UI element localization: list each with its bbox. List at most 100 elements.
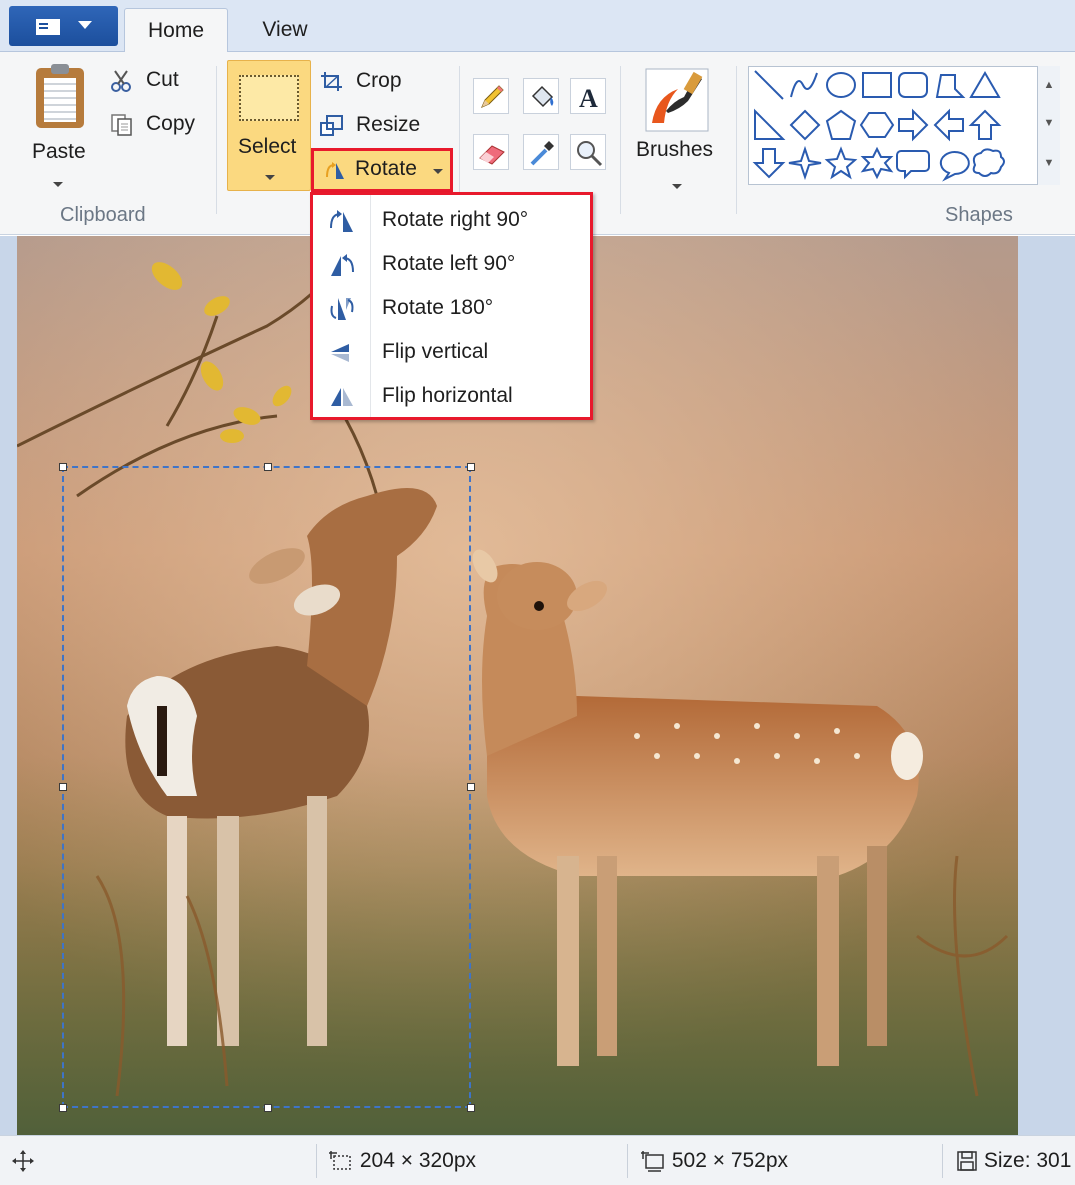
pencil-icon xyxy=(481,85,504,108)
five-point-star-shape-icon[interactable] xyxy=(824,146,858,180)
selection-size-icon xyxy=(329,1151,351,1171)
eraser-tool-button[interactable] xyxy=(473,134,509,170)
status-divider xyxy=(627,1144,628,1178)
cloud-callout-shape-icon[interactable] xyxy=(972,148,1005,177)
save-disk-icon xyxy=(957,1151,977,1172)
hexagon-shape-icon[interactable] xyxy=(859,112,895,138)
pentagon-shape-icon[interactable] xyxy=(825,109,857,140)
four-point-star-shape-icon[interactable] xyxy=(788,145,822,181)
rectangle-shape-icon[interactable] xyxy=(862,72,892,98)
resize-label: Resize xyxy=(356,113,421,136)
group-divider xyxy=(216,66,217,214)
paste-label: Paste xyxy=(32,140,86,163)
status-bar: 204 × 320px 502 × 752px Size: 301 xyxy=(0,1135,1075,1185)
resize-handle[interactable] xyxy=(467,1104,475,1112)
rotate-180-icon xyxy=(330,298,354,320)
crop-button[interactable]: Crop xyxy=(320,65,420,99)
clipboard-group-label: Clipboard xyxy=(60,204,146,226)
color-picker-tool-button[interactable] xyxy=(523,134,559,170)
eyedropper-icon xyxy=(530,141,554,166)
status-divider xyxy=(316,1144,317,1178)
chevron-down-icon xyxy=(78,21,92,29)
resize-button[interactable]: Resize xyxy=(320,109,430,143)
resize-handle[interactable] xyxy=(59,463,67,471)
expand-gallery-icon[interactable]: ▼ xyxy=(1038,144,1060,182)
menu-item-label: Rotate left 90° xyxy=(382,252,516,275)
crop-label: Crop xyxy=(356,69,402,92)
scroll-up-icon[interactable]: ▲ xyxy=(1038,66,1060,104)
copy-label: Copy xyxy=(146,112,196,135)
menu-icon xyxy=(36,19,60,35)
selection-rectangle[interactable] xyxy=(62,466,471,1108)
copy-icon xyxy=(111,114,132,136)
paste-button[interactable]: Paste xyxy=(26,64,92,189)
text-tool-button[interactable]: A xyxy=(570,78,606,114)
image-size-icon xyxy=(641,1151,664,1173)
rotate-icon xyxy=(326,162,344,179)
resize-handle[interactable] xyxy=(467,463,475,471)
menu-item-rotate-right[interactable]: Rotate right 90° xyxy=(313,199,590,243)
resize-handle[interactable] xyxy=(59,783,67,791)
magnifier-tool-button[interactable] xyxy=(570,134,606,170)
menu-item-label: Flip horizontal xyxy=(382,384,513,407)
file-size-readout: Size: 301 xyxy=(956,1136,1075,1185)
brushes-label: Brushes xyxy=(636,138,714,161)
menu-item-flip-vertical[interactable]: Flip vertical xyxy=(313,331,590,375)
menu-item-label: Flip vertical xyxy=(382,340,489,363)
right-triangle-shape-icon[interactable] xyxy=(754,108,786,140)
chevron-down-icon xyxy=(265,175,275,180)
file-size: Size: 301 xyxy=(983,1149,1072,1172)
brush-icon xyxy=(645,68,709,132)
rounded-callout-shape-icon[interactable] xyxy=(896,150,930,180)
menu-item-rotate-left[interactable]: Rotate left 90° xyxy=(313,243,590,287)
chevron-down-icon xyxy=(53,182,63,187)
flip-horizontal-icon xyxy=(331,388,353,406)
oval-callout-shape-icon[interactable] xyxy=(939,151,970,182)
text-icon: A xyxy=(579,84,598,112)
rounded-rectangle-shape-icon[interactable] xyxy=(898,72,928,98)
group-divider xyxy=(620,66,621,214)
resize-handle[interactable] xyxy=(264,1104,272,1112)
copy-button[interactable]: Copy xyxy=(110,108,210,142)
shapes-grid xyxy=(752,70,1005,182)
move-cursor-icon xyxy=(12,1150,34,1173)
polygon-shape-icon[interactable] xyxy=(935,74,966,98)
rotate-button[interactable]: Rotate xyxy=(311,148,453,192)
six-point-star-shape-icon[interactable] xyxy=(860,146,894,180)
triangle-shape-icon[interactable] xyxy=(969,71,1001,98)
selection-size: 204 × 320px xyxy=(359,1149,477,1172)
shapes-gallery-scroll[interactable]: ▲ ▼ ▼ xyxy=(1037,66,1060,185)
tab-view[interactable]: View xyxy=(233,8,337,53)
menu-item-flip-horizontal[interactable]: Flip horizontal xyxy=(313,375,590,419)
image-size: 502 × 752px xyxy=(671,1149,789,1172)
curve-shape-icon[interactable] xyxy=(790,72,818,98)
rotate-dropdown-menu: Rotate right 90° Rotate left 90° Rotate … xyxy=(310,192,593,420)
fill-tool-button[interactable] xyxy=(523,78,559,114)
scissors-icon xyxy=(111,70,131,92)
pencil-tool-button[interactable] xyxy=(473,78,509,114)
up-arrow-shape-icon[interactable] xyxy=(968,109,1002,140)
selection-marquee-icon xyxy=(239,75,299,121)
menu-item-label: Rotate right 90° xyxy=(382,208,529,231)
left-arrow-shape-icon[interactable] xyxy=(933,108,964,142)
status-divider xyxy=(942,1144,943,1178)
brushes-button[interactable]: Brushes xyxy=(631,64,723,192)
tab-home[interactable]: Home xyxy=(124,8,228,53)
svg-text:A: A xyxy=(579,84,598,112)
group-divider xyxy=(736,66,737,214)
resize-handle[interactable] xyxy=(264,463,272,471)
select-button[interactable]: Select xyxy=(227,60,311,191)
line-shape-icon[interactable] xyxy=(754,70,784,100)
cut-button[interactable]: Cut xyxy=(110,64,200,98)
clipboard-icon xyxy=(36,64,84,128)
diamond-shape-icon[interactable] xyxy=(789,109,821,141)
down-arrow-shape-icon[interactable] xyxy=(752,148,786,179)
resize-handle[interactable] xyxy=(59,1104,67,1112)
oval-shape-icon[interactable] xyxy=(826,72,856,98)
menu-item-rotate-180[interactable]: Rotate 180° xyxy=(313,287,590,331)
scroll-down-icon[interactable]: ▼ xyxy=(1038,104,1060,142)
right-arrow-shape-icon[interactable] xyxy=(898,108,929,142)
resize-handle[interactable] xyxy=(467,783,475,791)
file-menu-button[interactable] xyxy=(9,6,118,46)
image-size-readout: 502 × 752px xyxy=(640,1136,788,1185)
